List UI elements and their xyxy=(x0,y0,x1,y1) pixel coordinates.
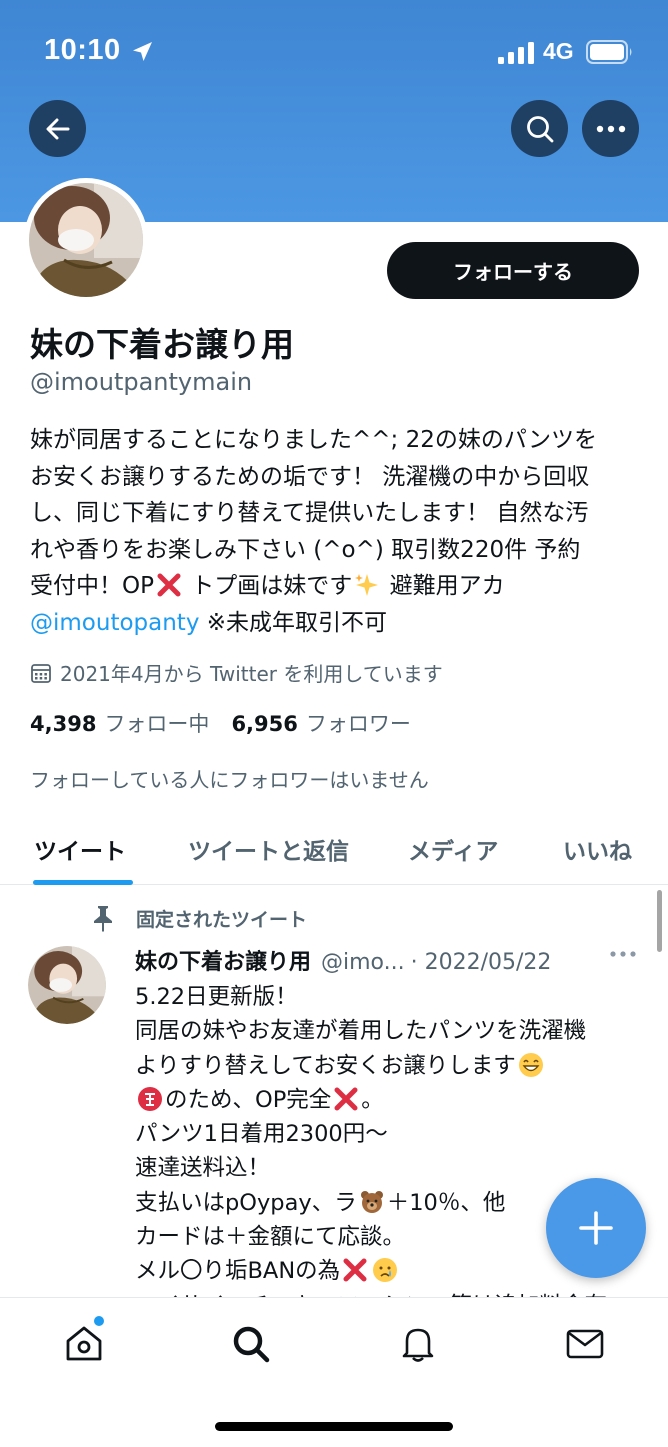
bio-text: 避難用アカ xyxy=(382,573,505,599)
tab-tweets[interactable]: ツイート xyxy=(34,832,126,866)
nav-notifications[interactable] xyxy=(398,1324,438,1368)
pinned-label: 固定されたツイート xyxy=(90,904,307,932)
tweet-author-name[interactable]: 妹の下着お譲り用 xyxy=(135,944,311,976)
tweet-line: 5.22日更新版！ xyxy=(135,984,298,1010)
followers-count[interactable]: 6,956 xyxy=(231,712,297,736)
secret-icon xyxy=(138,1086,162,1111)
location-arrow-icon xyxy=(133,42,152,61)
back-button[interactable] xyxy=(29,100,86,157)
following-count[interactable]: 4,398 xyxy=(30,712,96,736)
tweet-date[interactable]: · 2022/05/22 xyxy=(411,950,552,975)
nav-messages[interactable] xyxy=(565,1324,605,1368)
search-button[interactable] xyxy=(511,100,568,157)
battery-icon xyxy=(586,40,632,64)
profile-bio: 妹が同居することになりました^^; 22の妹のパンツを お安くお譲りするための垢… xyxy=(30,422,646,641)
home-icon xyxy=(66,1326,102,1361)
bio-mention-link[interactable]: @imoutopanty xyxy=(30,610,199,636)
join-date-text: 2021年4月から Twitter を利用しています xyxy=(60,662,443,686)
follow-counts: 4,398 フォロー中 6,956 フォロワー xyxy=(30,708,433,738)
more-horizontal-icon xyxy=(596,125,625,132)
tweet-author-avatar[interactable] xyxy=(28,946,106,1024)
tweet-line: パンツ1日着用2300円〜 xyxy=(135,1121,388,1148)
signal-bars-icon xyxy=(498,42,534,64)
tab-likes[interactable]: いいね xyxy=(563,832,632,866)
followers-label[interactable]: フォロワー xyxy=(306,708,411,738)
arrow-left-icon xyxy=(46,118,69,139)
scrollbar[interactable] xyxy=(657,890,662,952)
more-button[interactable] xyxy=(582,100,639,157)
tweet-line: 同居の妹やお友達が着用したパンツを洗濯機 xyxy=(135,1018,587,1045)
tweet-line: よりすり替えしてお安くお譲りします xyxy=(135,1049,635,1083)
followers-you-know: フォローしている人にフォロワーはいません xyxy=(30,768,429,792)
bell-icon xyxy=(402,1328,434,1362)
bio-line: し、同じ下着にすり替えて提供いたします！ 自然な汚 xyxy=(30,500,589,526)
compose-tweet-button[interactable] xyxy=(546,1178,646,1278)
status-time: 10:10 xyxy=(44,34,121,66)
bio-line: れや香りをお楽しみ下さい (^o^) 取引数220件 予約 xyxy=(30,536,581,563)
tweet-header: 妹の下着お譲り用 @imo... · 2022/05/22 xyxy=(135,944,551,976)
bio-line: @imoutopanty ※未成年取引不可 xyxy=(30,605,646,642)
bio-line: 妹が同居することになりました^^; 22の妹のパンツを xyxy=(30,427,598,453)
tweet-line-text: メル〇り垢BANの為 xyxy=(135,1258,341,1285)
network-type: 4G xyxy=(543,38,574,64)
tweet-more-icon[interactable] xyxy=(610,950,636,958)
bio-text: トプ画は妹です xyxy=(183,573,353,599)
cross-mark-icon xyxy=(343,1258,367,1282)
following-label[interactable]: フォロー中 xyxy=(104,708,209,738)
grinning-face-icon xyxy=(518,1052,543,1077)
tweet-line-text: のため、OP完全 xyxy=(165,1086,332,1113)
cross-mark-icon xyxy=(157,573,181,597)
tweet-line: 速達送料込！ xyxy=(135,1155,271,1182)
bear-icon xyxy=(360,1190,383,1213)
avatar-photo xyxy=(28,946,106,1024)
avatar-photo xyxy=(29,183,143,297)
tweet-line: のため、OP完全 。 xyxy=(135,1083,635,1117)
nav-home[interactable] xyxy=(64,1324,104,1368)
active-tab-indicator xyxy=(33,880,133,885)
tweet-line-text: よりすり替えしてお安くお譲りします xyxy=(135,1052,516,1079)
tweet-line-text: ＋10％、他 xyxy=(386,1189,506,1216)
pin-icon xyxy=(94,906,112,932)
profile-handle: @imoutpantymain xyxy=(30,368,253,396)
join-date: 2021年4月から Twitter を利用しています xyxy=(30,658,443,687)
plus-icon xyxy=(579,1211,613,1245)
tab-media[interactable]: メディア xyxy=(408,832,498,866)
nav-search[interactable] xyxy=(231,1324,271,1368)
cross-mark-icon xyxy=(334,1087,358,1111)
bio-line: お安くお譲りするための垢です！ 洗濯機の中から回収 xyxy=(30,463,590,490)
tweet-line-text: 支払いはpOypay、ラ xyxy=(135,1189,357,1216)
tweet-line-text: 。 xyxy=(361,1086,384,1113)
tweet-author-handle[interactable]: @imo... xyxy=(321,950,405,975)
profile-tabs: ツイート ツイートと返信 メディア いいね xyxy=(0,818,668,885)
search-icon xyxy=(233,1326,270,1363)
follow-button[interactable]: フォローする xyxy=(387,242,639,299)
profile-name: 妹の下着お譲り用 xyxy=(30,325,294,364)
home-indicator[interactable] xyxy=(215,1422,453,1431)
bio-line: 受付中！OP トプ画は妹です 避難用アカ xyxy=(30,568,646,605)
search-icon xyxy=(526,115,553,142)
status-bar: 10:10 4G xyxy=(0,0,668,100)
bio-text: 受付中！OP xyxy=(30,573,154,599)
mail-icon xyxy=(566,1329,604,1359)
tab-tweets-replies[interactable]: ツイートと返信 xyxy=(188,832,349,866)
sparkles-icon xyxy=(355,574,379,596)
profile-avatar[interactable] xyxy=(24,178,148,302)
home-notification-dot xyxy=(94,1316,104,1326)
pinned-text: 固定されたツイート xyxy=(136,908,308,931)
crying-face-icon xyxy=(373,1258,398,1283)
bio-text: ※未成年取引不可 xyxy=(199,609,388,636)
calendar-icon xyxy=(31,663,51,683)
